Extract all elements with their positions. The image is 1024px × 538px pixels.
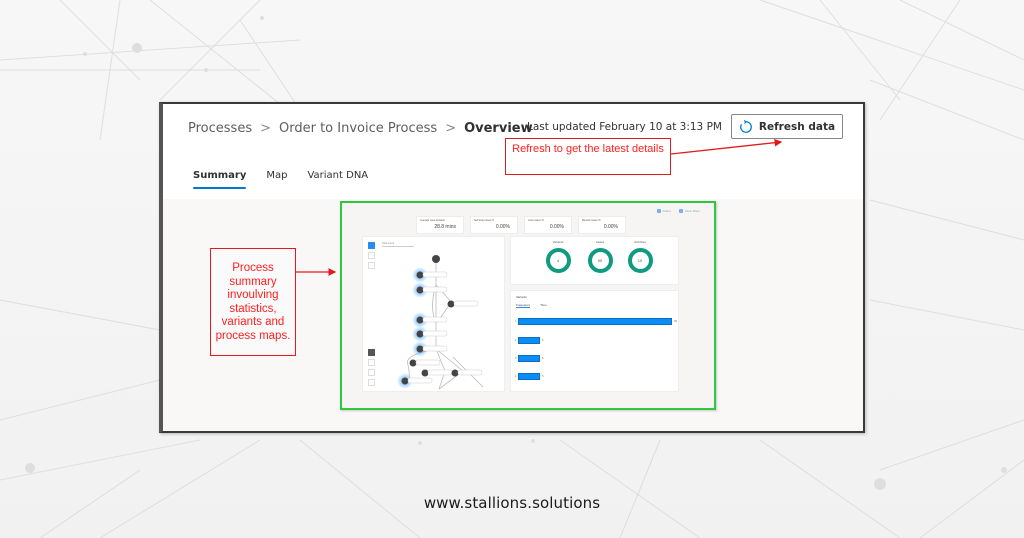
- variants-tab-frequency[interactable]: Frequency: [516, 303, 531, 308]
- kpi-value: 0.00%: [603, 224, 618, 230]
- summary-annotation: Process summary invoulving statistics, v…: [210, 248, 296, 356]
- map-tool-settings[interactable]: [368, 252, 375, 259]
- variant-bar-value: 5: [542, 339, 544, 342]
- stat-label: Cases: [595, 240, 605, 244]
- map-tool-fit[interactable]: [368, 359, 375, 366]
- variants-card: Variants Frequency Time 1 35 2 5 3 5 4 5: [510, 290, 679, 392]
- kpi-value: 0.00%: [495, 224, 510, 230]
- breadcrumb-processes[interactable]: Processes: [188, 121, 252, 136]
- kpi-value: 0.00%: [549, 224, 564, 230]
- map-tool-minimap[interactable]: [368, 349, 375, 356]
- variant-bar[interactable]: [518, 355, 540, 362]
- tab-summary[interactable]: Summary: [193, 170, 247, 189]
- kpi-label: Rework cases %: [582, 219, 601, 222]
- map-nodes: [397, 255, 483, 389]
- stat-label: Activities: [634, 240, 646, 244]
- page-title: Overview: [464, 121, 533, 136]
- stat-label: Variants: [552, 240, 564, 244]
- breadcrumb-separator: >: [445, 121, 457, 136]
- filters-button[interactable]: Filters: [656, 209, 671, 213]
- stat-donut: 10: [627, 248, 653, 273]
- app-screenshot-frame: Processes > Order to Invoice Process > O…: [159, 102, 865, 433]
- map-tool-layout[interactable]: [368, 262, 375, 269]
- clear-filters-button[interactable]: Clear filters: [678, 209, 700, 213]
- map-tool-view[interactable]: [368, 242, 375, 249]
- filter-row: Filters Clear filters: [656, 209, 700, 213]
- refresh-data-label: Refresh data: [758, 120, 836, 133]
- kpi-label: Loop cases %: [528, 219, 544, 222]
- last-updated-text: Last updated February 10 at 3:13 PM: [527, 121, 722, 133]
- clear-filters-label: Clear filters: [684, 209, 700, 213]
- breadcrumb-order-to-invoice[interactable]: Order to Invoice Process: [279, 121, 437, 136]
- tab-variant-dna[interactable]: Variant DNA: [307, 170, 368, 189]
- kpi-card: Self loop cases % 0.00%: [470, 216, 518, 234]
- variant-bar[interactable]: [518, 373, 540, 380]
- filters-label: Filters: [662, 209, 671, 213]
- tab-bar: Summary Map Variant DNA: [193, 170, 368, 189]
- filter-icon: [656, 209, 661, 213]
- kpi-card: Average case duration 28.8 mins: [416, 216, 464, 234]
- stat-cases: Cases 50: [585, 240, 615, 273]
- variant-bar-row[interactable]: 1 35: [515, 318, 677, 325]
- kpi-row: Average case duration 28.8 mins Self loo…: [416, 216, 626, 234]
- process-overview-preview: Filters Clear filters Average case durat…: [340, 201, 716, 410]
- footer-website-url[interactable]: www.stallions.solutions: [0, 494, 1024, 512]
- kpi-label: Average case duration: [420, 219, 445, 222]
- map-metric-select[interactable]: Total count: [382, 242, 414, 247]
- variant-bar-row[interactable]: 25: [515, 337, 543, 344]
- kpi-label: Self loop cases %: [474, 219, 494, 222]
- process-map-card: Total count: [362, 236, 505, 392]
- refresh-icon: [740, 119, 752, 133]
- variants-title: Variants: [516, 295, 527, 299]
- variant-bar[interactable]: [518, 318, 672, 325]
- variants-tab-time[interactable]: Time: [540, 303, 547, 308]
- stat-donut: 50: [587, 248, 613, 273]
- variant-bar[interactable]: [518, 337, 540, 344]
- map-tool-zoom-in[interactable]: [368, 369, 375, 376]
- clear-filter-icon: [678, 209, 683, 213]
- map-tool-zoom-out[interactable]: [368, 379, 375, 386]
- variant-bar-value: 5: [542, 375, 544, 378]
- stat-variants: Variants 4: [543, 240, 573, 273]
- stat-donut: 4: [545, 248, 571, 273]
- variant-bar-value: 35: [674, 320, 677, 323]
- process-map: [397, 255, 484, 390]
- stats-card: Variants 4 Cases 50 Activities 10: [510, 236, 679, 285]
- variant-bar-row[interactable]: 35: [515, 355, 543, 362]
- kpi-value: 28.8 mins: [434, 224, 456, 230]
- stat-activities: Activities 10: [625, 240, 655, 273]
- variant-bar-row[interactable]: 45: [515, 373, 543, 380]
- breadcrumb-separator: >: [260, 121, 271, 136]
- refresh-data-button[interactable]: Refresh data: [731, 114, 843, 139]
- tab-map[interactable]: Map: [266, 170, 287, 189]
- refresh-annotation: Refresh to get the latest details: [505, 138, 671, 175]
- breadcrumb: Processes > Order to Invoice Process > O…: [188, 121, 533, 136]
- kpi-card: Loop cases % 0.00%: [524, 216, 572, 234]
- variant-bar-value: 5: [542, 357, 544, 360]
- variants-tabs: Frequency Time: [516, 303, 547, 308]
- kpi-card: Rework cases % 0.00%: [578, 216, 626, 234]
